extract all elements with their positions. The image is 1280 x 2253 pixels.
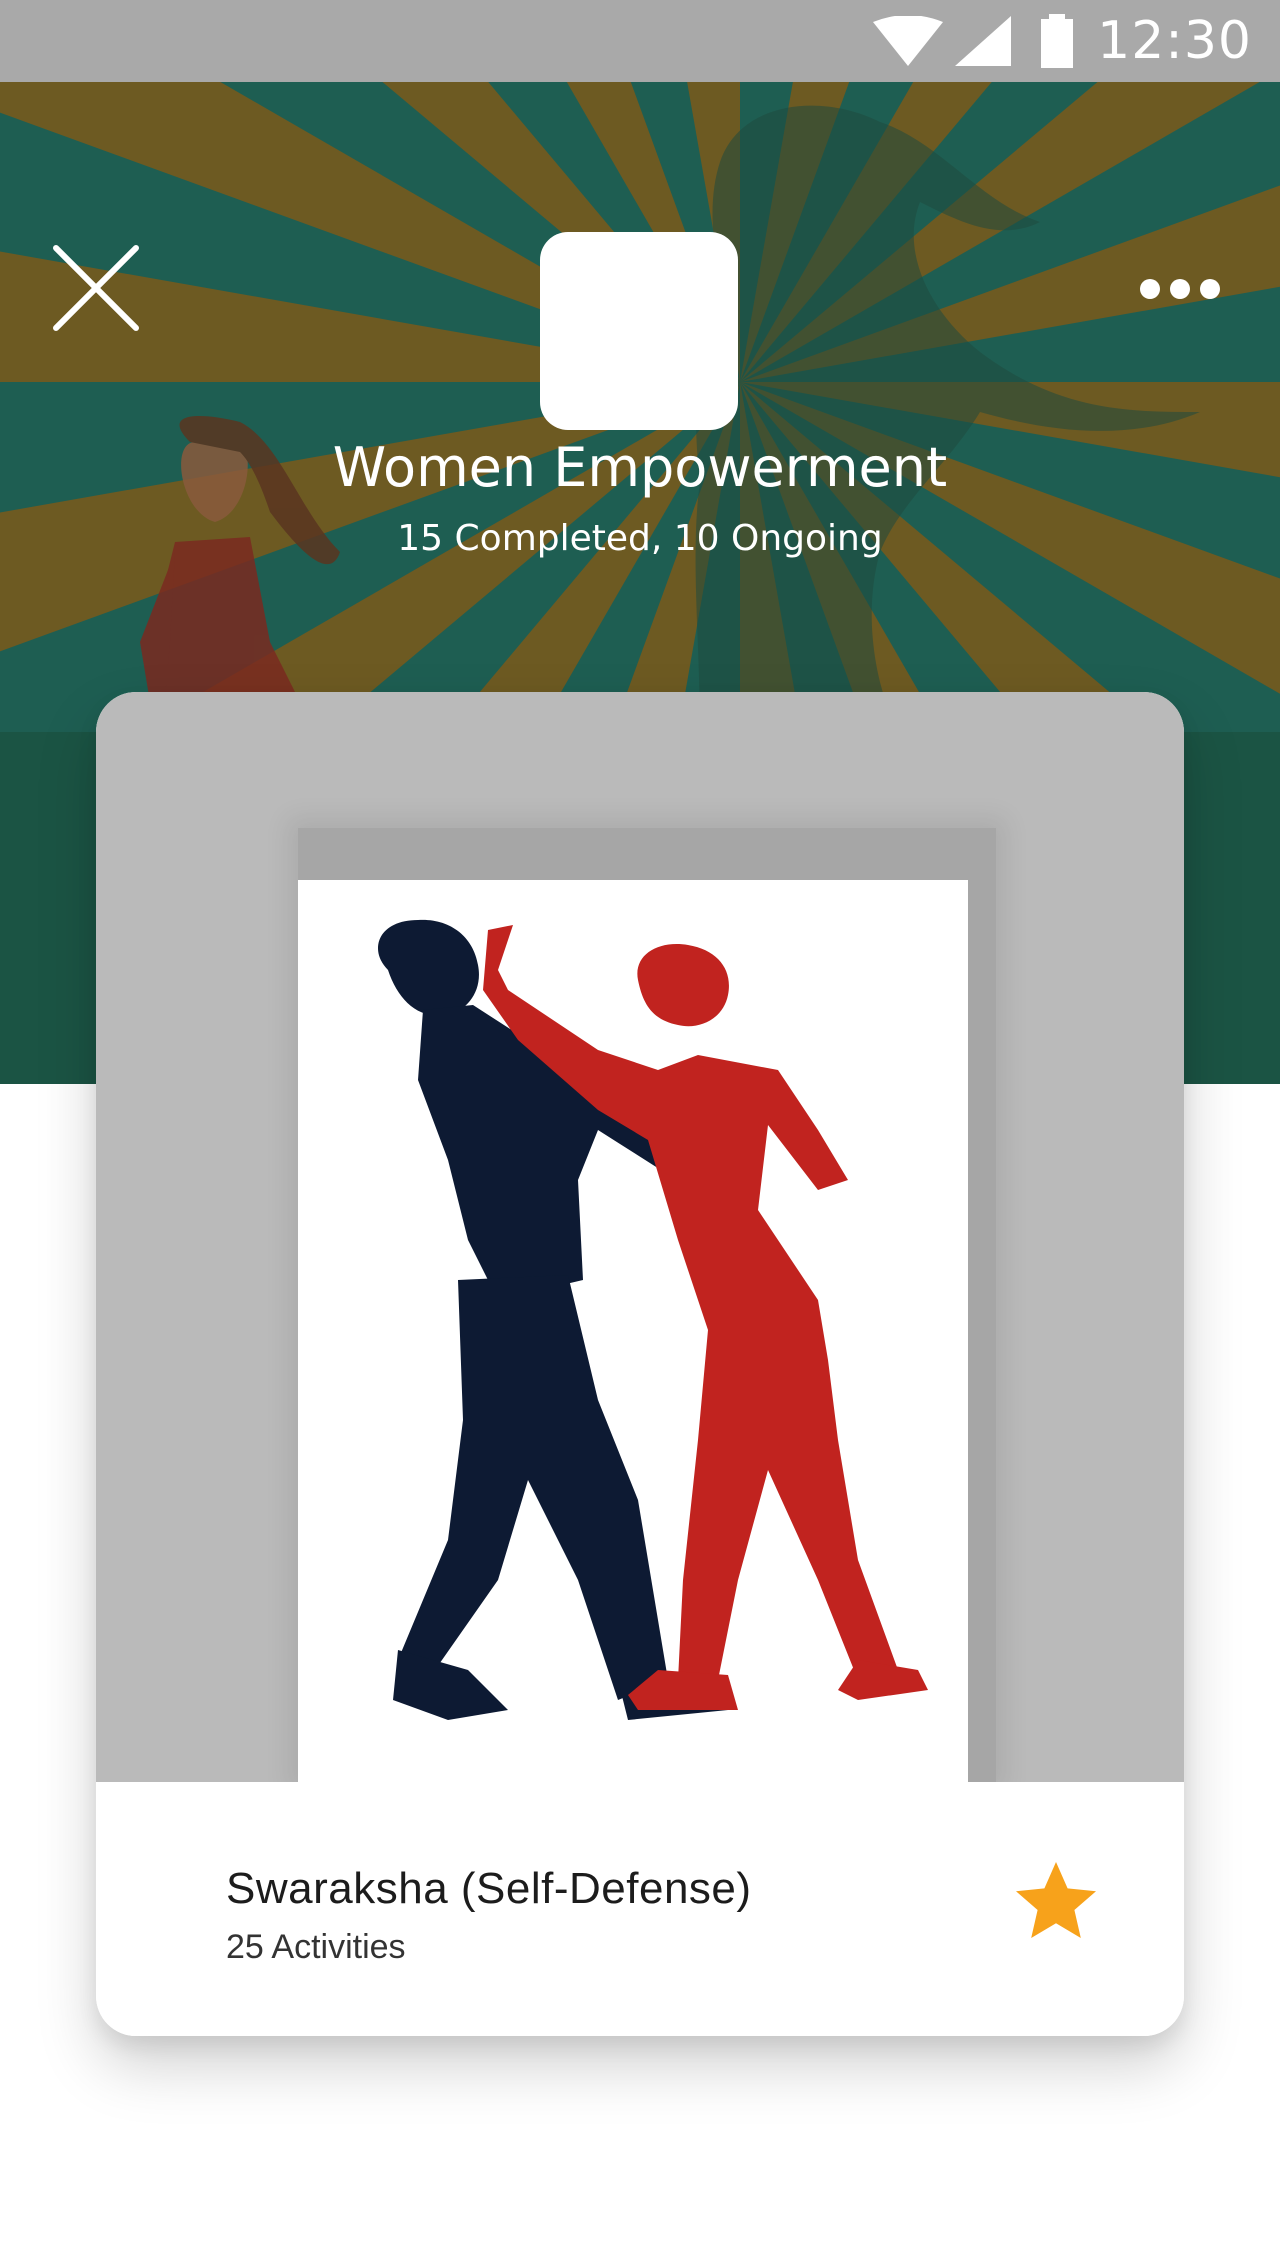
battery-icon <box>1041 14 1074 68</box>
course-card-footer: Swaraksha (Self-Defense) 25 Activities <box>96 1782 1184 2036</box>
more-horizontal-icon[interactable] <box>1130 264 1230 314</box>
category-progress: 15 Completed, 10 Ongoing <box>397 518 883 559</box>
status-bar: 12:30 <box>0 0 1280 82</box>
course-card[interactable]: Swaraksha (Self-Defense) 25 Activities <box>96 692 1184 2036</box>
course-cover-image <box>298 880 968 1782</box>
course-cover-area <box>96 692 1184 1782</box>
close-icon[interactable] <box>48 240 144 336</box>
status-icons: 12:30 <box>873 0 1280 82</box>
self-defense-illustration <box>378 919 928 1720</box>
star-icon[interactable] <box>1008 1854 1104 1950</box>
course-activity-count: 25 Activities <box>226 1928 406 1966</box>
status-time: 12:30 <box>1097 11 1252 71</box>
category-title: Women Empowerment <box>332 436 948 499</box>
category-icon <box>540 232 738 430</box>
wifi-icon <box>873 16 944 66</box>
course-title: Swaraksha (Self-Defense) <box>226 1864 752 1913</box>
cellular-signal-icon <box>955 16 1012 66</box>
